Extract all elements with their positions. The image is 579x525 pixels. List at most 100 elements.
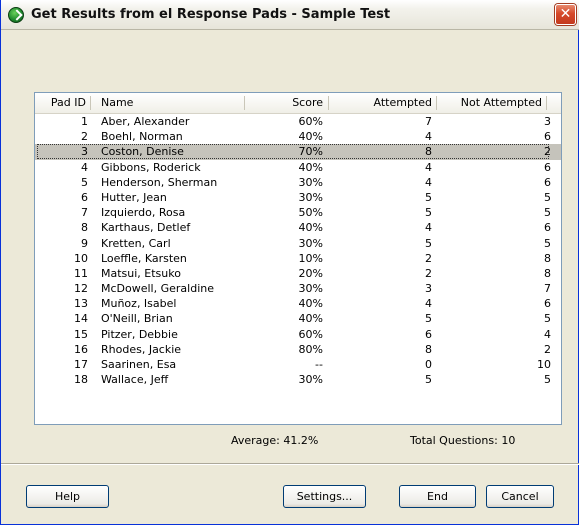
table-row[interactable]: 16 Rhodes, Jackie 80% 8 2	[35, 342, 561, 357]
table-row[interactable]: 7 Izquierdo, Rosa 50% 5 5	[35, 205, 561, 220]
score-cell: 30%	[298, 373, 323, 387]
table-row[interactable]: 17 Saarinen, Esa -- 0 10	[35, 357, 561, 372]
divider	[1, 463, 579, 465]
pad-id-cell: 8	[81, 221, 88, 235]
table-row[interactable]: 12 McDowell, Geraldine 30% 3 7	[35, 281, 561, 296]
table-row[interactable]: 13 Muñoz, Isabel 40% 4 6	[35, 296, 561, 311]
pad-id-cell: 18	[74, 373, 88, 387]
table-row[interactable]: 5 Henderson, Sherman 30% 4 6	[35, 175, 561, 190]
column-header-not-attempted[interactable]: Not Attempted	[437, 93, 547, 113]
name-cell: O'Neill, Brian	[101, 312, 173, 326]
help-button[interactable]: Help	[26, 485, 109, 508]
score-cell: 50%	[298, 206, 323, 220]
score-cell: 30%	[298, 236, 323, 250]
table-row[interactable]: 6 Hutter, Jean 30% 5 5	[35, 190, 561, 205]
pad-id-cell: 9	[81, 236, 88, 250]
score-cell: 60%	[298, 327, 323, 341]
attempted-cell: 2	[425, 266, 432, 280]
table-row[interactable]: 15 Pitzer, Debbie 60% 6 4	[35, 327, 561, 342]
table-body: 1 Aber, Alexander 60% 7 3 2 Boehl, Norman 40% 4 6…	[35, 114, 561, 387]
pad-id-cell: 13	[74, 297, 88, 311]
attempted-cell: 4	[425, 221, 432, 235]
pad-id-cell: 16	[74, 342, 88, 356]
not-attempted-cell: 6	[544, 160, 551, 174]
title-bar[interactable]: Get Results from el Response Pads - Samp…	[1, 0, 579, 30]
pad-id-cell: 7	[81, 206, 88, 220]
table-row[interactable]: 10 Loeffle, Karsten 10% 2 8	[35, 251, 561, 266]
settings-button[interactable]: Settings...	[283, 485, 366, 508]
attempted-cell: 3	[425, 282, 432, 296]
app-check-icon	[8, 7, 24, 23]
score-cell: 30%	[298, 175, 323, 189]
close-icon[interactable]: ✕	[555, 4, 576, 25]
not-attempted-cell: 2	[544, 342, 551, 356]
pad-id-cell: 3	[81, 145, 88, 159]
dialog-window: Get Results from el Response Pads - Samp…	[0, 0, 579, 525]
attempted-cell: 4	[425, 160, 432, 174]
table-row[interactable]: 14 O'Neill, Brian 40% 5 5	[35, 311, 561, 326]
attempted-cell: 2	[425, 251, 432, 265]
score-cell: 40%	[298, 312, 323, 326]
pad-id-cell: 2	[81, 130, 88, 144]
table-row[interactable]: 2 Boehl, Norman 40% 4 6	[35, 129, 561, 144]
table-row[interactable]: 4 Gibbons, Roderick 40% 4 6	[35, 160, 561, 175]
attempted-cell: 5	[425, 312, 432, 326]
column-header-name[interactable]: Name	[91, 93, 245, 113]
table-row[interactable]: 11 Matsui, Etsuko 20% 2 8	[35, 266, 561, 281]
name-cell: Coston, Denise	[101, 145, 184, 159]
score-cell: 20%	[298, 266, 323, 280]
column-header-attempted[interactable]: Attempted	[329, 93, 437, 113]
score-cell: 10%	[298, 251, 323, 265]
not-attempted-cell: 8	[544, 251, 551, 265]
name-cell: Rhodes, Jackie	[101, 342, 182, 356]
attempted-cell: 4	[425, 130, 432, 144]
cancel-button[interactable]: Cancel	[486, 485, 554, 508]
score-cell: --	[315, 358, 323, 371]
table-row[interactable]: 1 Aber, Alexander 60% 7 3	[35, 114, 561, 129]
name-cell: Muñoz, Isabel	[101, 297, 177, 311]
name-cell: Wallace, Jeff	[101, 373, 169, 387]
attempted-cell: 5	[425, 190, 432, 204]
pad-id-cell: 14	[74, 312, 88, 326]
attempted-cell: 7	[425, 115, 432, 128]
not-attempted-cell: 6	[544, 175, 551, 189]
end-button[interactable]: End	[399, 485, 476, 508]
pad-id-cell: 12	[74, 282, 88, 296]
not-attempted-cell: 3	[544, 115, 551, 128]
attempted-cell: 0	[425, 358, 432, 371]
name-cell: Henderson, Sherman	[101, 175, 218, 189]
results-listview[interactable]: Pad ID Name Score Attempted Not Attempte…	[34, 92, 562, 425]
table-header: Pad ID Name Score Attempted Not Attempte…	[35, 93, 561, 114]
not-attempted-cell: 8	[544, 266, 551, 280]
name-cell: Karthaus, Detlef	[101, 221, 191, 235]
table-row[interactable]: 9 Kretten, Carl 30% 5 5	[35, 236, 561, 251]
name-cell: Izquierdo, Rosa	[101, 206, 186, 220]
pad-id-cell: 17	[74, 358, 88, 371]
table-row[interactable]: 18 Wallace, Jeff 30% 5 5	[35, 372, 561, 387]
score-cell: 40%	[298, 130, 323, 144]
name-cell: Gibbons, Roderick	[101, 160, 201, 174]
not-attempted-cell: 5	[544, 373, 551, 387]
attempted-cell: 5	[425, 236, 432, 250]
table-row[interactable]: 8 Karthaus, Detlef 40% 4 6	[35, 220, 561, 235]
pad-id-cell: 4	[81, 160, 88, 174]
not-attempted-cell: 7	[544, 282, 551, 296]
table-row-selected[interactable]: 3 Coston, Denise 70% 8 2	[35, 144, 561, 160]
not-attempted-cell: 6	[544, 221, 551, 235]
score-cell: 40%	[298, 221, 323, 235]
pad-id-cell: 15	[74, 327, 88, 341]
attempted-cell: 6	[425, 327, 432, 341]
score-cell: 30%	[298, 190, 323, 204]
pad-id-cell: 5	[81, 175, 88, 189]
name-cell: McDowell, Geraldine	[101, 282, 214, 296]
not-attempted-cell: 6	[544, 297, 551, 311]
not-attempted-cell: 10	[537, 358, 551, 371]
score-cell: 40%	[298, 160, 323, 174]
name-cell: Matsui, Etsuko	[101, 266, 181, 280]
attempted-cell: 5	[425, 206, 432, 220]
column-header-score[interactable]: Score	[245, 93, 329, 113]
pad-id-cell: 10	[74, 251, 88, 265]
name-cell: Hutter, Jean	[101, 190, 167, 204]
pad-id-cell: 1	[81, 115, 88, 128]
column-header-pad-id[interactable]: Pad ID	[35, 93, 91, 113]
